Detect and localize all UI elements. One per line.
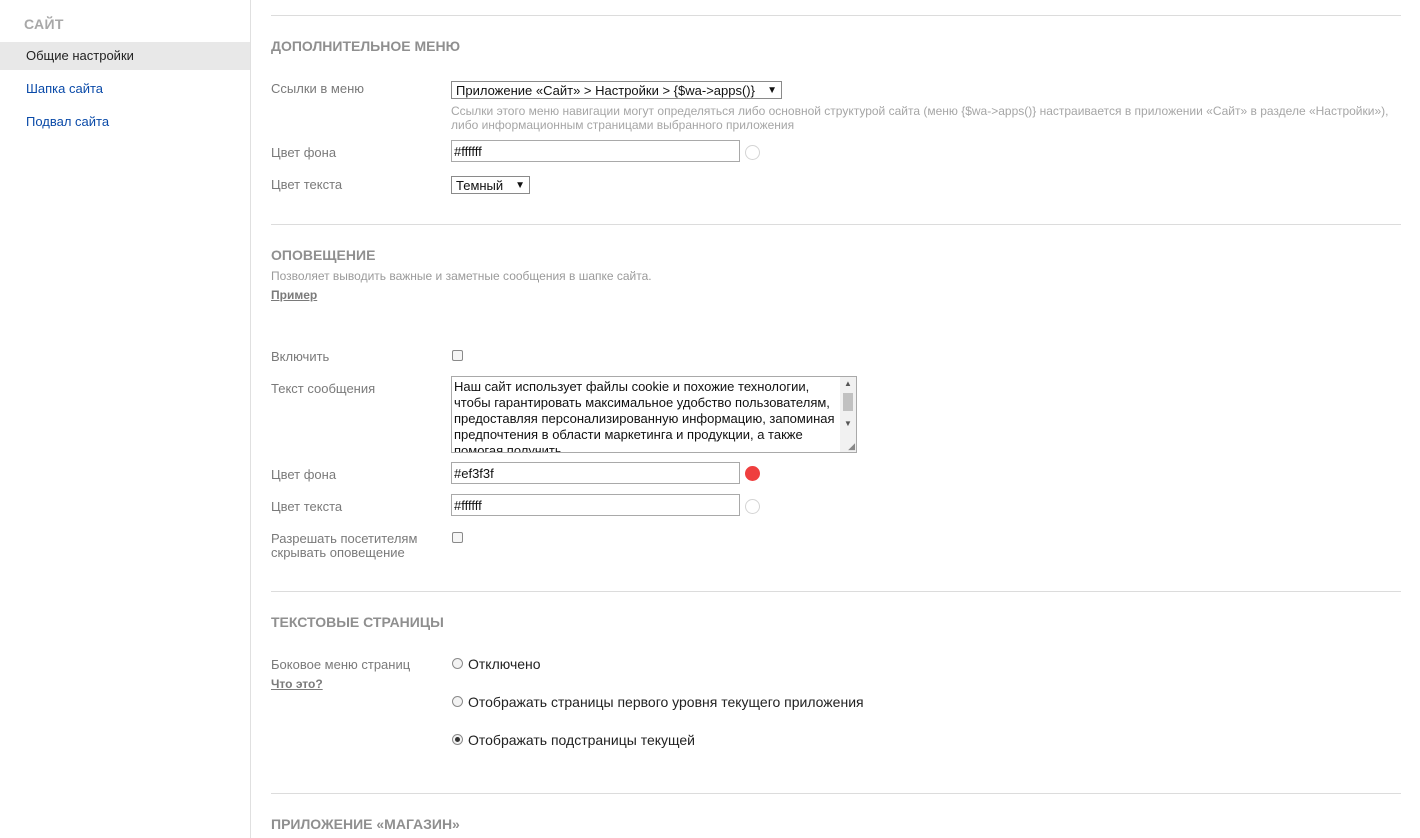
sidebar-item-general-settings[interactable]: Общие настройки [0, 42, 250, 70]
links-select-value: Приложение «Сайт» > Настройки > {$wa->ap… [456, 83, 755, 98]
enable-checkbox[interactable] [452, 350, 463, 361]
divider [271, 224, 1401, 225]
radio-disabled-label[interactable]: Отключено [468, 656, 541, 672]
notification-bg-color-swatch[interactable] [745, 466, 760, 481]
section-title-text-pages: ТЕКСТОВЫЕ СТРАНИЦЫ [271, 614, 444, 630]
menu-text-color-select[interactable]: Темный ▼ [451, 176, 530, 194]
divider [271, 591, 1401, 592]
notification-text-color-input[interactable] [451, 494, 740, 516]
notification-text-color-swatch[interactable] [745, 499, 760, 514]
radio-current-subpages[interactable] [452, 734, 463, 745]
radio-first-level-pages-label[interactable]: Отображать страницы первого уровня текущ… [468, 694, 864, 710]
sidebar: САЙТ Общие настройки Шапка сайта Подвал … [0, 0, 251, 838]
sidebar-item-site-footer[interactable]: Подвал сайта [0, 108, 250, 136]
section-title-notification: ОПОВЕЩЕНИЕ [271, 247, 376, 263]
allow-hide-checkbox[interactable] [452, 532, 463, 543]
divider [271, 15, 1401, 16]
menu-bg-color-input[interactable] [451, 140, 740, 162]
radio-disabled[interactable] [452, 658, 463, 669]
links-hint-line-1: Ссылки этого меню навигации могут опреде… [451, 104, 1389, 118]
section-title-shop-app: ПРИЛОЖЕНИЕ «МАГАЗИН» [271, 816, 460, 832]
menu-bg-color-swatch[interactable] [745, 145, 760, 160]
notification-description: Позволяет выводить важные и заметные соо… [271, 269, 652, 283]
resize-handle-icon[interactable]: ◢ [848, 442, 855, 451]
side-menu-label: Боковое меню страниц [271, 657, 411, 672]
links-select[interactable]: Приложение «Сайт» > Настройки > {$wa->ap… [451, 81, 782, 99]
enable-label: Включить [271, 349, 330, 364]
example-link[interactable]: Пример [271, 288, 317, 302]
what-is-this-link[interactable]: Что это? [271, 677, 323, 691]
scroll-up-icon[interactable]: ▲ [840, 377, 856, 391]
radio-current-subpages-label[interactable]: Отображать подстраницы текущей [468, 732, 695, 748]
notification-bg-color-input[interactable] [451, 462, 740, 484]
section-title-extra-menu: ДОПОЛНИТЕЛЬНОЕ МЕНЮ [271, 38, 461, 54]
notification-bg-color-label: Цвет фона [271, 467, 337, 482]
message-textarea-value: Наш сайт использует файлы cookie и похож… [454, 379, 835, 452]
main-content: ДОПОЛНИТЕЛЬНОЕ МЕНЮ Ссылки в меню Прилож… [271, 0, 1401, 838]
dropdown-arrow-icon: ▼ [515, 180, 525, 191]
links-hint-line-2: либо информационным страницами выбранног… [451, 118, 795, 132]
menu-bg-color-label: Цвет фона [271, 145, 337, 160]
sidebar-item-site-header[interactable]: Шапка сайта [0, 75, 250, 103]
dropdown-arrow-icon: ▼ [767, 85, 777, 96]
allow-hide-label-line-2: скрывать оповещение [271, 545, 405, 560]
message-textarea[interactable]: Наш сайт использует файлы cookie и похож… [451, 376, 857, 453]
divider [271, 793, 1401, 794]
scroll-down-icon[interactable]: ▼ [840, 417, 856, 431]
notification-text-color-label: Цвет текста [271, 499, 343, 514]
menu-text-color-label: Цвет текста [271, 177, 343, 192]
message-text-label: Текст сообщения [271, 381, 376, 396]
sidebar-title: САЙТ [24, 16, 64, 32]
allow-hide-label-line-1: Разрешать посетителям [271, 531, 418, 546]
radio-first-level-pages[interactable] [452, 696, 463, 707]
scroll-thumb[interactable] [843, 393, 853, 411]
links-label: Ссылки в меню [271, 81, 364, 96]
menu-text-color-value: Темный [456, 178, 504, 193]
